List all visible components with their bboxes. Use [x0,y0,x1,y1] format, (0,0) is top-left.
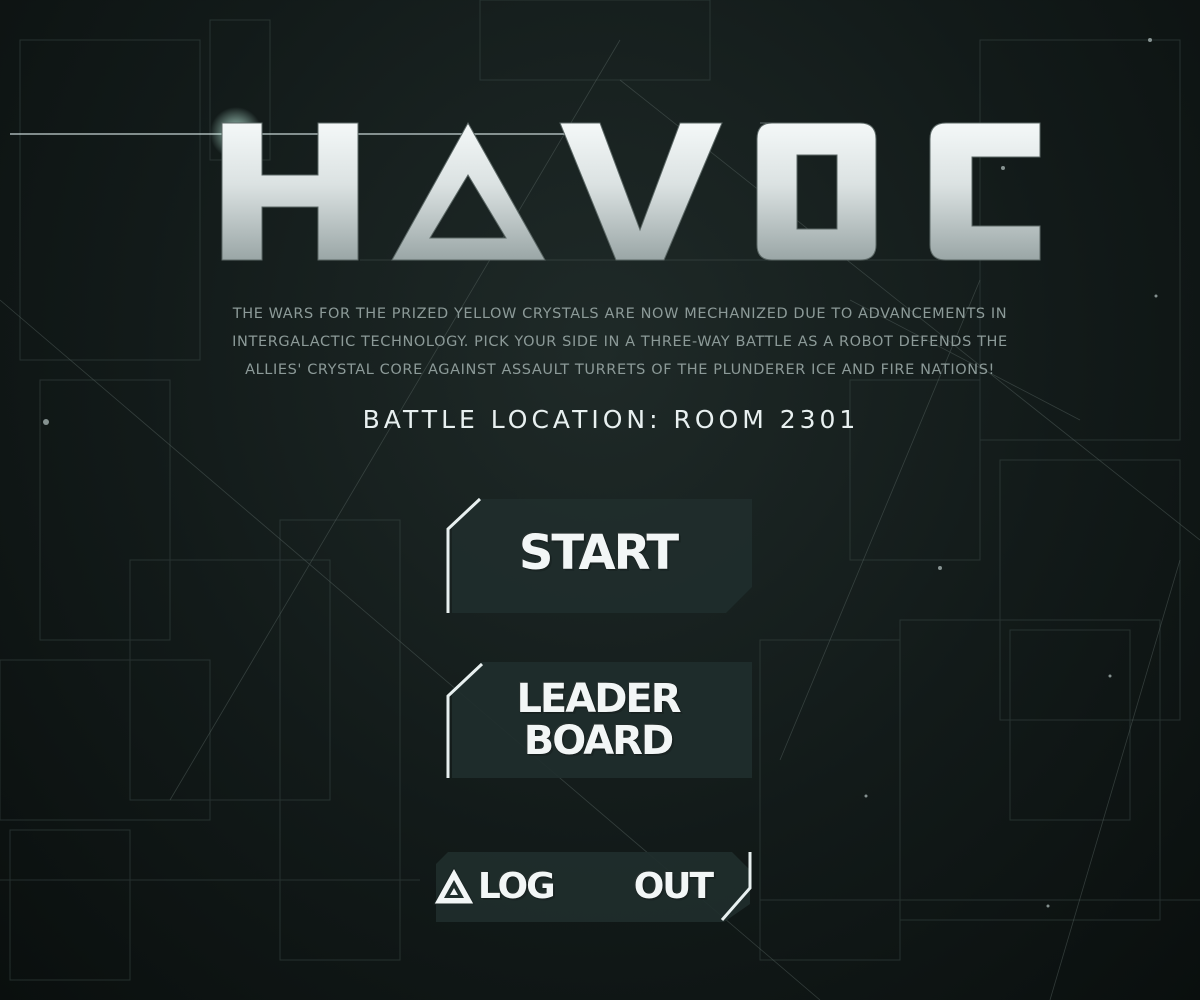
story-line-1: THE WARS FOR THE PRIZED YELLOW CRYSTALS … [232,306,1008,322]
leaderboard-label-line2: BOARD [523,718,674,764]
start-label: START [518,525,679,581]
havoc-logo [221,121,1041,261]
start-button[interactable]: START [440,495,756,617]
triangle-icon [433,866,616,907]
leaderboard-button[interactable]: LEADER BOARD [440,660,756,782]
logout-label-left: LOG [477,866,556,907]
story-text: THE WARS FOR THE PRIZED YELLOW CRYSTALS … [180,300,1060,384]
battle-location: BATTLE LOCATION: ROOM 2301 [362,405,860,434]
leaderboard-label-line1: LEADER [516,676,681,722]
logout-label-right: OUT [633,866,714,907]
game-logo [0,95,1200,285]
story-line-3: ALLIES' CRYSTAL CORE AGAINST ASSAULT TUR… [245,362,995,378]
leaderboard-label: LEADER BOARD [440,678,756,762]
story-line-2: INTERGALACTIC TECHNOLOGY. PICK YOUR SIDE… [232,334,1008,350]
logout-label: LOG OUT [432,866,758,907]
logout-button[interactable]: LOG OUT [432,848,758,926]
